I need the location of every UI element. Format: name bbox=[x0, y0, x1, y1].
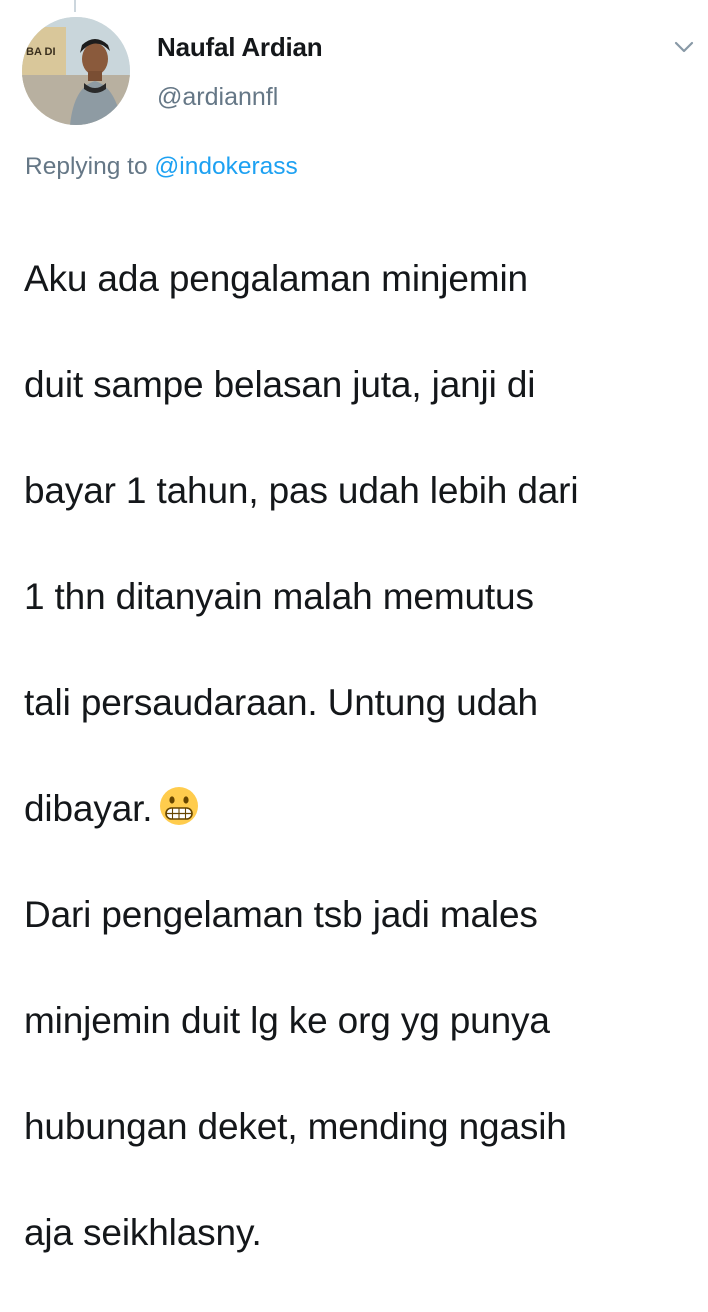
grinning-face-emoji-icon bbox=[158, 785, 200, 827]
replying-to-line: Replying to @indokerass bbox=[25, 153, 298, 181]
tweet-text-segment: dibayar. bbox=[24, 788, 153, 829]
author-display-name[interactable]: Naufal Ardian bbox=[157, 32, 323, 63]
tweet-text-line: Aku ada pengalaman minjemin bbox=[24, 258, 528, 299]
tweet-text-line: tali persaudaraan. Untung udah bbox=[24, 682, 538, 723]
svg-text:BA DI: BA DI bbox=[26, 46, 56, 58]
tweet-text-line: duit sampe belasan juta, janji di bbox=[24, 364, 536, 405]
tweet-text-line: hubungan deket, mending ngasih bbox=[24, 1106, 567, 1147]
thread-connector-line bbox=[74, 0, 76, 12]
tweet-text-line: bayar 1 tahun, pas udah lebih dari bbox=[24, 470, 579, 511]
tweet-text: Aku ada pengalaman minjemin duit sampe b… bbox=[24, 199, 704, 1312]
tweet-text-line: aja seikhlasny. bbox=[24, 1212, 262, 1253]
reply-mention-link[interactable]: @indokerass bbox=[154, 153, 297, 180]
replying-to-label: Replying to bbox=[25, 153, 155, 180]
tweet-text-line: 1 thn ditanyain malah memutus bbox=[24, 576, 534, 617]
chevron-down-icon[interactable] bbox=[670, 36, 698, 58]
avatar[interactable]: BA DI bbox=[22, 17, 130, 125]
tweet-text-line-with-emoji: dibayar. bbox=[24, 782, 704, 835]
tweet-text-line: minjemin duit lg ke org yg punya bbox=[24, 1000, 550, 1041]
author-handle[interactable]: @ardiannfl bbox=[157, 83, 278, 112]
avatar-photo: BA DI bbox=[22, 17, 130, 125]
tweet-text-line: Dari pengelaman tsb jadi males bbox=[24, 894, 538, 935]
